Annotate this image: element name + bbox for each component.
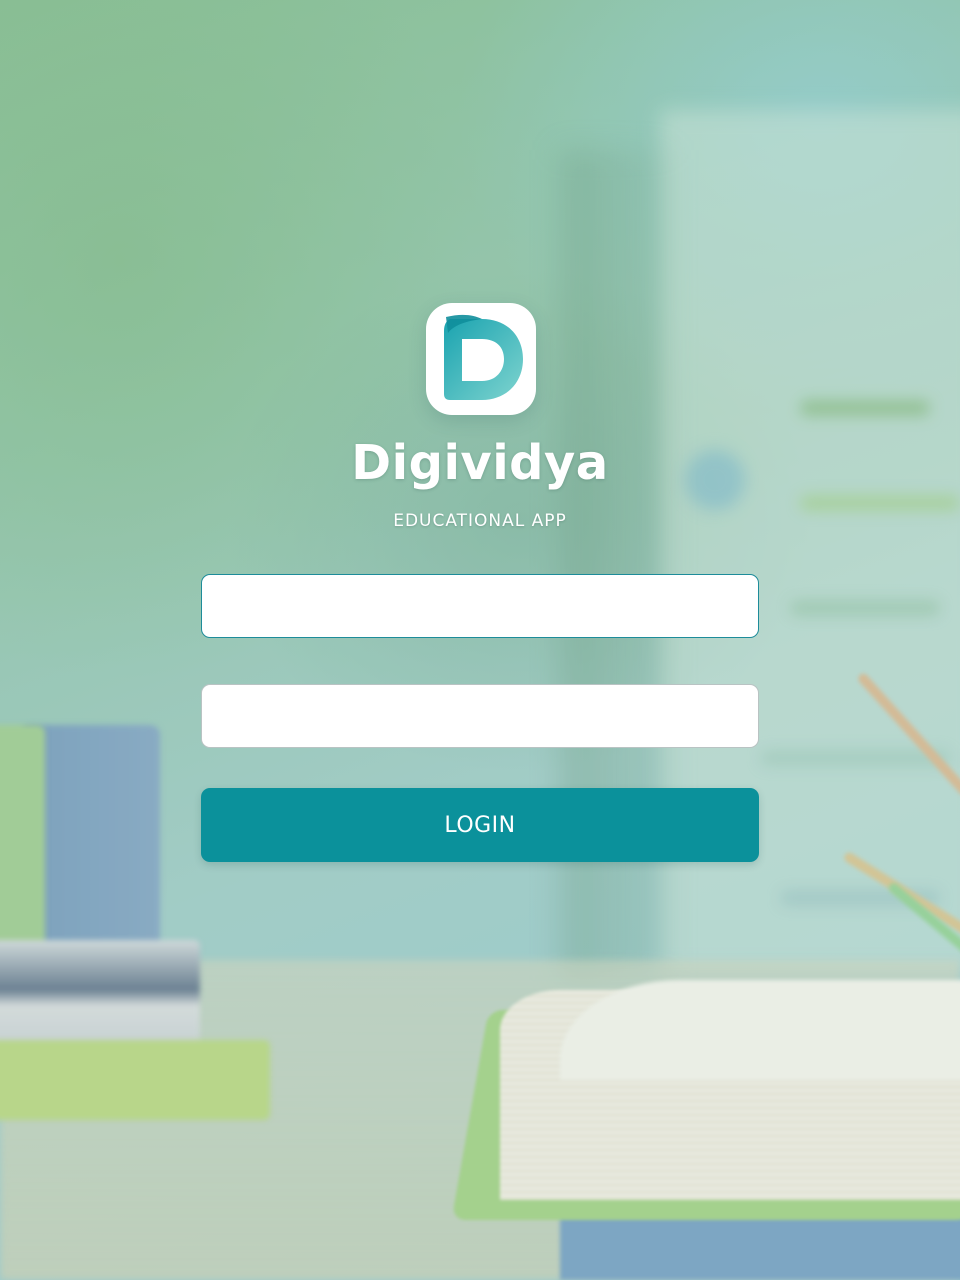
app-tagline: EDUCATIONAL APP (393, 511, 567, 531)
password-input[interactable] (201, 684, 759, 748)
d-letter-logo-graphic (444, 314, 523, 400)
d-letter-logo-icon (426, 303, 536, 415)
login-content: Digividya EDUCATIONAL APP LOGIN (0, 0, 960, 1280)
login-button[interactable]: LOGIN (201, 788, 759, 862)
app-name: Digividya (351, 435, 609, 491)
login-screen: Digividya EDUCATIONAL APP LOGIN (0, 0, 960, 1280)
username-input[interactable] (201, 574, 759, 638)
